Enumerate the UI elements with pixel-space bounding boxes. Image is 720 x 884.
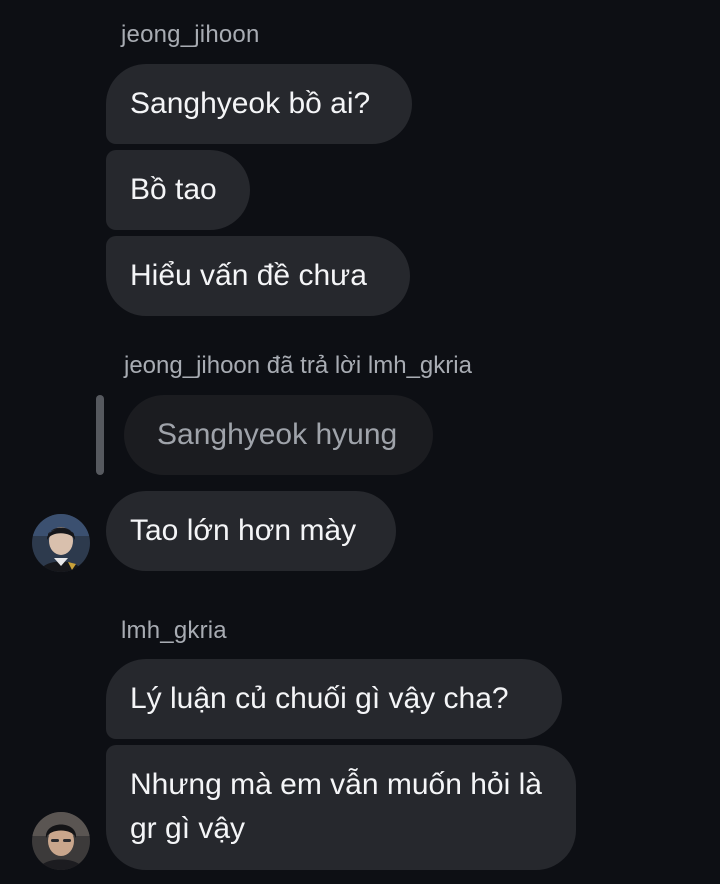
message-bubble[interactable]: Hiểu vấn đề chưa	[106, 236, 410, 316]
message-text: Lý luận củ chuối gì vậy cha?	[130, 682, 509, 715]
message-bubble[interactable]: Lý luận củ chuối gì vậy cha?	[106, 659, 562, 739]
sender-name: lmh_gkria	[121, 617, 227, 644]
user-avatar-icon	[32, 514, 90, 572]
message-bubble[interactable]: Bồ tao	[106, 150, 250, 230]
avatar[interactable]	[32, 514, 90, 572]
message-text: Bồ tao	[130, 173, 217, 206]
sender-name: jeong_jihoon	[121, 21, 260, 48]
message-text: Nhưng mà em vẫn muốn hỏi là gr gì vậy	[130, 768, 542, 845]
message-bubble[interactable]: Sanghyeok bồ ai?	[106, 64, 412, 144]
avatar[interactable]	[32, 812, 90, 870]
message-bubble[interactable]: Nhưng mà em vẫn muốn hỏi là gr gì vậy	[106, 745, 576, 870]
reply-indicator-bar	[96, 395, 104, 475]
message-bubble[interactable]: Tao lớn hơn mày	[106, 491, 396, 571]
message-text: Sanghyeok bồ ai?	[130, 87, 371, 120]
quoted-message-bubble[interactable]: Sanghyeok hyung	[124, 395, 433, 475]
user-avatar-icon	[32, 812, 90, 870]
reply-label: jeong_jihoon đã trả lời lmh_gkria	[124, 352, 472, 379]
quoted-message-text: Sanghyeok hyung	[157, 418, 398, 451]
message-text: Tao lớn hơn mày	[130, 514, 357, 547]
message-text: Hiểu vấn đề chưa	[130, 259, 367, 292]
